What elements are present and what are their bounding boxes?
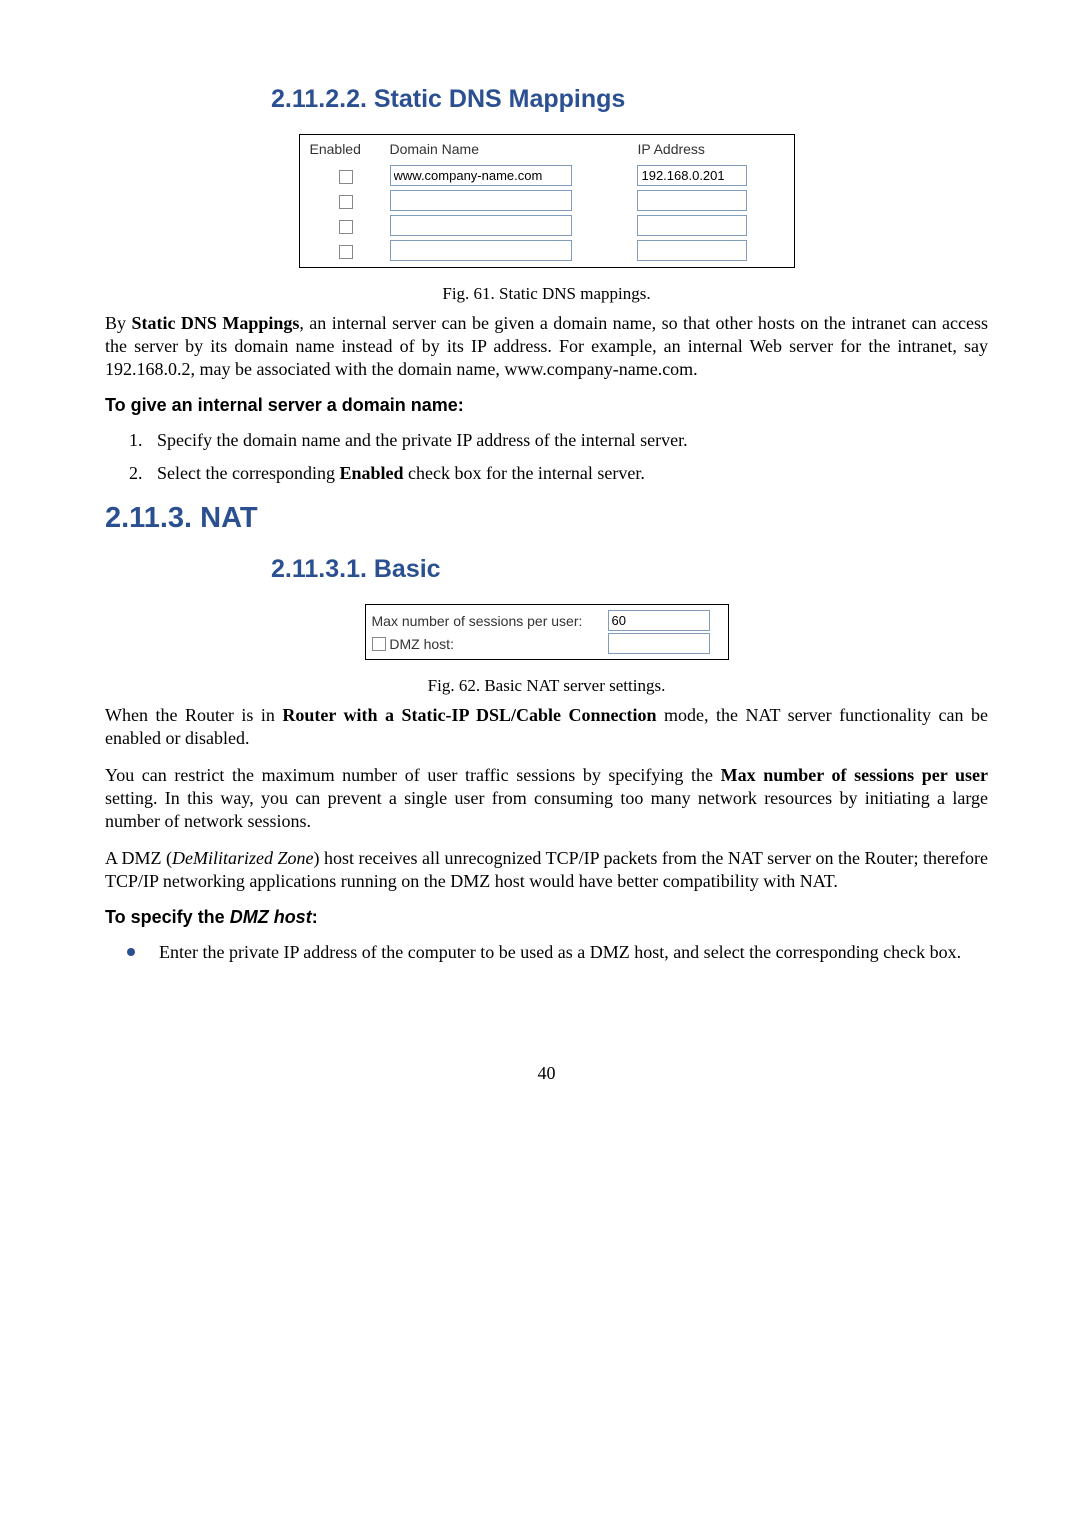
- screenshot-static-dns-table: Enabled Domain Name IP Address: [299, 134, 795, 268]
- table-header-row: Enabled Domain Name IP Address: [306, 139, 788, 163]
- max-sessions-input[interactable]: [608, 610, 710, 631]
- screenshot-border: Max number of sessions per user: DMZ hos…: [365, 604, 729, 660]
- text: :: [312, 907, 318, 927]
- section-heading-basic: 2.11.3.1. Basic: [271, 555, 988, 584]
- text-italic: DMZ host: [230, 907, 312, 927]
- subheading-give-domain-name: To give an internal server a domain name…: [105, 395, 988, 416]
- paragraph-static-dns-desc: By Static DNS Mappings, an internal serv…: [105, 312, 988, 381]
- page-number: 40: [105, 1063, 988, 1084]
- col-domain: Domain Name: [386, 139, 634, 163]
- list-item: Specify the domain name and the private …: [147, 430, 988, 451]
- list-item: Select the corresponding Enabled check b…: [147, 463, 988, 484]
- text-bold: Enabled: [339, 463, 403, 483]
- setting-row-dmz: DMZ host:: [372, 632, 722, 655]
- text: A DMZ (: [105, 848, 172, 868]
- steps-list: Specify the domain name and the private …: [105, 430, 988, 484]
- text: check box for the internal server.: [403, 463, 644, 483]
- table-row: [306, 163, 788, 188]
- figure-caption-61: Fig. 61. Static DNS mappings.: [105, 284, 988, 304]
- text-bold: Static DNS Mappings: [131, 313, 299, 333]
- screenshot-border: Enabled Domain Name IP Address: [299, 134, 795, 268]
- col-enabled: Enabled: [306, 139, 386, 163]
- page: 2.11.2.2. Static DNS Mappings Enabled Do…: [0, 0, 1080, 1084]
- paragraph-max-sessions: You can restrict the maximum number of u…: [105, 764, 988, 833]
- text: By: [105, 313, 131, 333]
- dmz-checkbox[interactable]: [372, 637, 386, 651]
- domain-input[interactable]: [390, 240, 572, 261]
- enabled-checkbox[interactable]: [339, 220, 353, 234]
- ip-input[interactable]: [637, 190, 747, 211]
- text-bold: Router with a Static-IP DSL/Cable Connec…: [282, 705, 656, 725]
- ip-input[interactable]: [637, 215, 747, 236]
- ip-input[interactable]: [637, 165, 747, 186]
- table-row: [306, 238, 788, 263]
- text-italic: DeMilitarized Zone: [172, 848, 314, 868]
- text-bold: Max number of sessions per user: [721, 765, 988, 785]
- heading-wrap: 2.11.3.1. Basic: [105, 555, 988, 584]
- section-heading-static-dns: 2.11.2.2. Static DNS Mappings: [271, 85, 988, 114]
- ip-input[interactable]: [637, 240, 747, 261]
- paragraph-router-mode: When the Router is in Router with a Stat…: [105, 704, 988, 750]
- bullet-list: Enter the private IP address of the comp…: [105, 942, 988, 963]
- enabled-checkbox[interactable]: [339, 195, 353, 209]
- text: To specify the: [105, 907, 230, 927]
- label-dmz-host: DMZ host:: [372, 636, 598, 652]
- text: Select the corresponding: [157, 463, 339, 483]
- screenshot-nat-basic: Max number of sessions per user: DMZ hos…: [365, 604, 729, 660]
- text: setting. In this way, you can prevent a …: [105, 788, 988, 831]
- label-max-sessions: Max number of sessions per user:: [372, 613, 598, 629]
- section-heading-nat: 2.11.3. NAT: [105, 502, 988, 535]
- list-item: Enter the private IP address of the comp…: [127, 942, 988, 963]
- enabled-checkbox[interactable]: [339, 245, 353, 259]
- figure-caption-62: Fig. 62. Basic NAT server settings.: [105, 676, 988, 696]
- text: When the Router is in: [105, 705, 282, 725]
- domain-input[interactable]: [390, 190, 572, 211]
- table-row: [306, 213, 788, 238]
- paragraph-dmz-desc: A DMZ (DeMilitarized Zone) host receives…: [105, 847, 988, 893]
- table-row: [306, 188, 788, 213]
- dns-mapping-table: Enabled Domain Name IP Address: [306, 139, 788, 263]
- text: DMZ host:: [386, 636, 454, 652]
- enabled-checkbox[interactable]: [339, 170, 353, 184]
- domain-input[interactable]: [390, 215, 572, 236]
- subheading-specify-dmz: To specify the DMZ host:: [105, 907, 988, 928]
- col-ip: IP Address: [633, 139, 787, 163]
- setting-row-max-sessions: Max number of sessions per user:: [372, 609, 722, 632]
- heading-wrap: 2.11.2.2. Static DNS Mappings: [105, 85, 988, 114]
- text: You can restrict the maximum number of u…: [105, 765, 721, 785]
- domain-input[interactable]: [390, 165, 572, 186]
- dmz-host-input[interactable]: [608, 633, 710, 654]
